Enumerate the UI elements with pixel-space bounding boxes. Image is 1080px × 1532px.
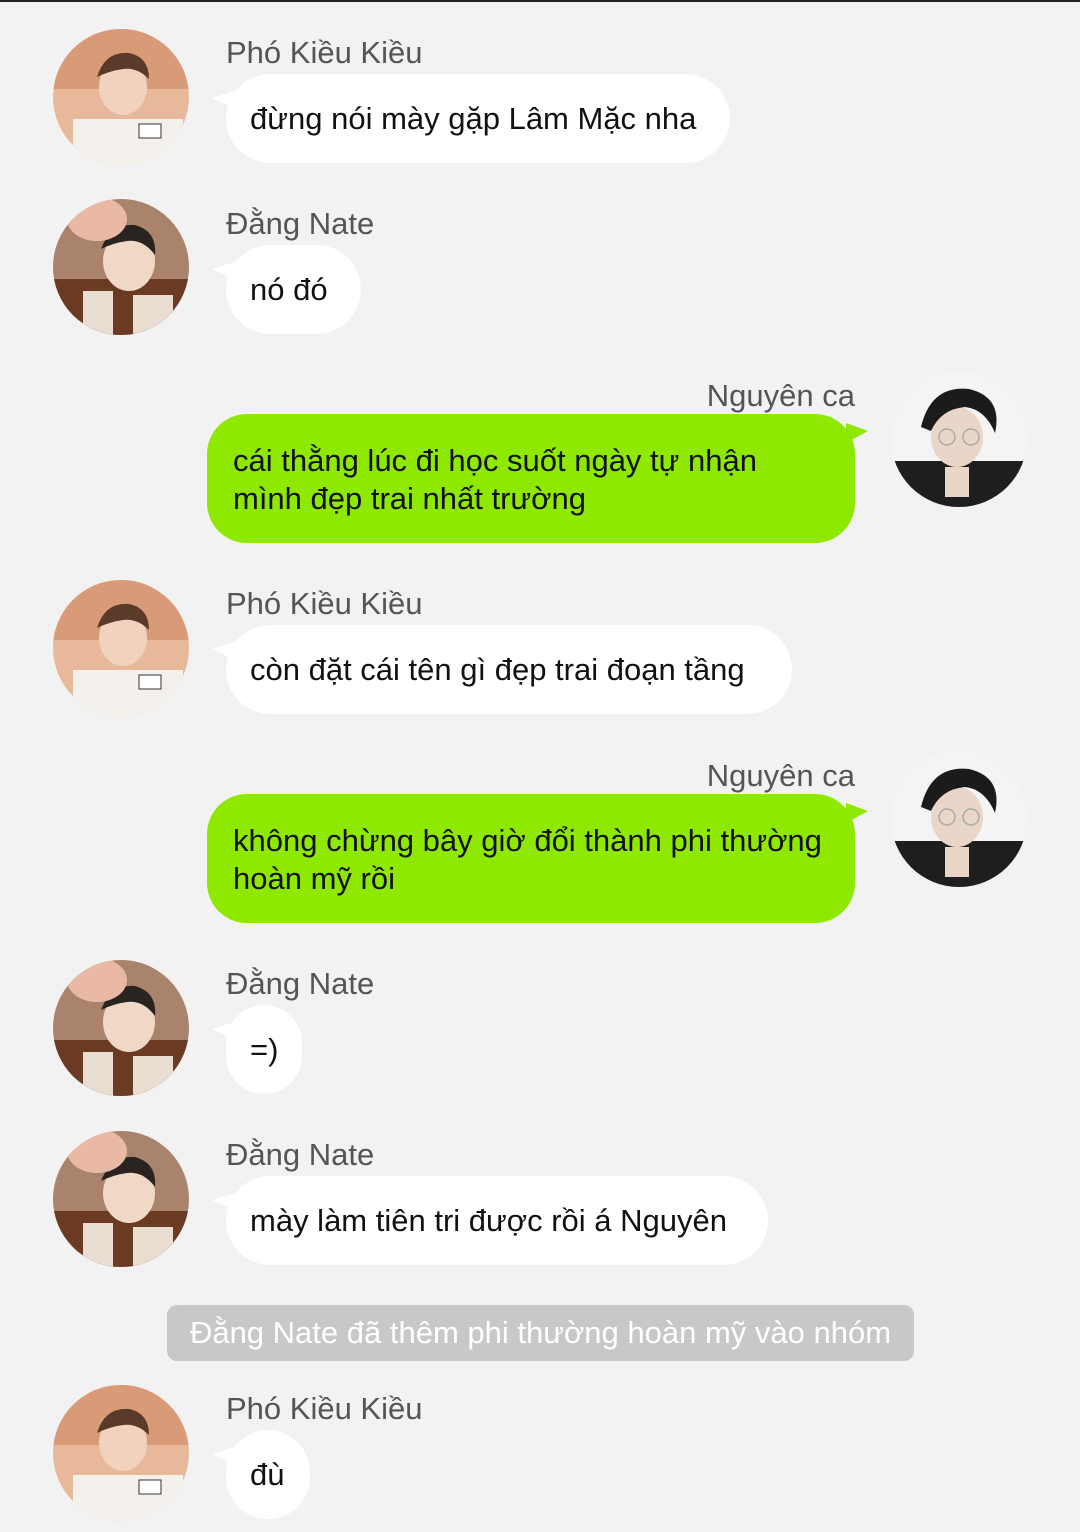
system-notice: Đằng Nate đã thêm phi thường hoàn mỹ vào… (167, 1305, 914, 1361)
message-bubble[interactable]: mày làm tiên tri được rồi á Nguyên (226, 1176, 768, 1265)
message-bubble[interactable]: không chừng bây giờ đổi thành phi thường… (207, 794, 855, 923)
dang-nate-avatar[interactable] (53, 199, 189, 335)
pho-kieu-kieu-avatar[interactable] (53, 1385, 189, 1521)
sender-name: Nguyên ca (706, 758, 855, 793)
sender-name: Phó Kiều Kiều (226, 35, 423, 70)
sender-name: Đằng Nate (226, 206, 375, 241)
message-bubble[interactable]: đù (226, 1430, 310, 1519)
message-bubble[interactable]: cái thằng lúc đi học suốt ngày tự nhận m… (207, 414, 855, 543)
sender-name: Nguyên ca (706, 378, 855, 413)
pho-kieu-kieu-avatar[interactable] (53, 580, 189, 716)
dang-nate-avatar[interactable] (53, 960, 189, 1096)
nguyen-ca-avatar[interactable] (891, 371, 1027, 507)
nguyen-ca-avatar[interactable] (891, 751, 1027, 887)
top-divider (0, 0, 1080, 2)
dang-nate-avatar[interactable] (53, 1131, 189, 1267)
message-bubble[interactable]: còn đặt cái tên gì đẹp trai đoạn tầng (226, 625, 792, 714)
pho-kieu-kieu-avatar[interactable] (53, 29, 189, 165)
message-bubble[interactable]: nó đó (226, 245, 361, 334)
sender-name: Đằng Nate (226, 1137, 375, 1172)
sender-name: Phó Kiều Kiều (226, 1391, 423, 1426)
sender-name: Phó Kiều Kiều (226, 586, 423, 621)
sender-name: Đằng Nate (226, 966, 375, 1001)
message-bubble[interactable]: =) (226, 1005, 302, 1094)
message-bubble[interactable]: đừng nói mày gặp Lâm Mặc nha (226, 74, 730, 163)
